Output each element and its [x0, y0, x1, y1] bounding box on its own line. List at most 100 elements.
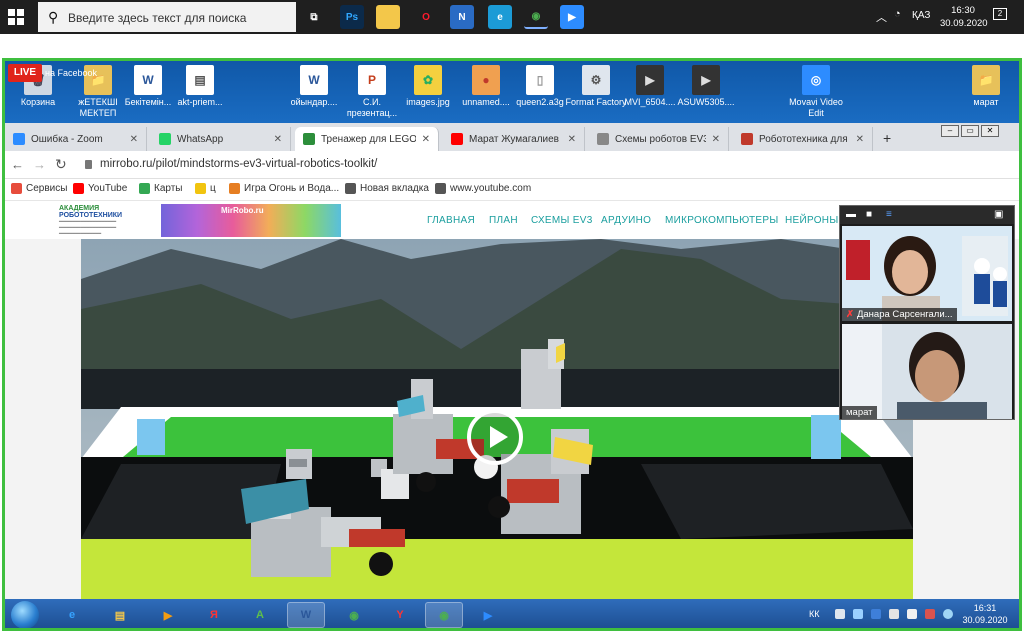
host-clock[interactable]: 16:30 30.09.2020 — [940, 4, 988, 30]
tab-close-icon[interactable]: ✕ — [130, 134, 138, 145]
browser-tab[interactable]: WhatsApp ✕ — [151, 127, 291, 151]
reload-icon[interactable]: ↻ — [55, 156, 67, 173]
zoom-minimize-icon[interactable]: ▬ — [846, 209, 856, 220]
bookmark-item[interactable]: ц — [195, 183, 216, 194]
desktop-icon-label: Format Factory — [565, 97, 627, 107]
desktop-icon[interactable]: ✿ images.jpg — [397, 65, 459, 108]
tab-close-icon[interactable]: ✕ — [568, 134, 576, 145]
tab-close-icon[interactable]: ✕ — [856, 134, 864, 145]
network-icon[interactable] — [925, 609, 935, 619]
live-badge[interactable]: LIVE — [8, 64, 42, 82]
zoom-list-view-icon[interactable]: ≡ — [886, 209, 892, 220]
minimize-button[interactable]: – — [941, 125, 959, 137]
volume-icon[interactable] — [889, 609, 899, 619]
bookmark-item[interactable]: YouTube — [73, 183, 127, 194]
desktop-icon[interactable]: ⚙ Format Factory — [565, 65, 627, 108]
bookmark-item[interactable]: Карты — [139, 183, 183, 194]
site-nav-link[interactable]: ГЛАВНАЯ — [427, 215, 475, 226]
site-nav-link[interactable]: АРДУИНО — [601, 215, 651, 226]
zoom-stop-icon[interactable]: ■ — [866, 209, 872, 220]
zoom-expand-icon[interactable]: ▣ — [994, 209, 1003, 220]
site-nav-link[interactable]: СХЕМЫ EV3 — [531, 215, 593, 226]
desktop-icon[interactable]: ▤ akt-priem... — [169, 65, 231, 108]
host-search-box[interactable]: ⚲ Введите здесь текст для поиска — [38, 2, 296, 32]
desktop-icon[interactable]: Wойындар.... — [283, 65, 345, 108]
tab-close-icon[interactable]: ✕ — [712, 134, 720, 145]
tray-chevron-up-icon[interactable]: ︿ — [876, 9, 887, 25]
desktop-icon[interactable]: ▶ ASUW5305.... — [675, 65, 737, 108]
media-icon[interactable]: ▶ — [149, 602, 187, 628]
ie-icon[interactable]: e — [53, 602, 91, 628]
remote-clock[interactable]: 16:31 30.09.2020 — [957, 602, 1013, 626]
site-nav-link[interactable]: НЕЙРОНЫ — [785, 215, 838, 226]
edge-icon[interactable]: e — [488, 5, 512, 29]
photoshop-icon[interactable]: Ps — [340, 5, 364, 29]
app-a-icon[interactable]: A — [241, 602, 279, 628]
desktop-icon[interactable]: ▯ queen2.a3g — [509, 65, 571, 108]
tab-favicon — [451, 133, 463, 145]
video-tile-1[interactable]: ✗ Данара Сарсенгали... — [842, 226, 1012, 321]
file-explorer-icon[interactable]: ▬ — [376, 5, 400, 29]
notification-center-icon[interactable]: 2 — [993, 8, 1007, 20]
desktop-icon[interactable]: ● unnamed.... — [455, 65, 517, 108]
bookmark-item[interactable]: Игра Огонь и Вода... — [229, 183, 339, 194]
explorer-icon[interactable]: ▤ — [101, 602, 139, 628]
forward-arrow-icon[interactable]: → — [33, 157, 46, 172]
lock-icon[interactable] — [85, 160, 92, 169]
yandex-browser-icon[interactable]: Y — [381, 602, 419, 628]
academy-logo[interactable]: АКАДЕМИЯ РОБОТОТЕХНИКИ ━━━━━━━━━━━━━━━━━… — [59, 205, 159, 237]
windows-start-icon[interactable] — [8, 9, 24, 25]
remote-language-indicator[interactable]: КК — [809, 609, 820, 619]
maximize-button[interactable]: ▭ — [961, 125, 979, 137]
mirrobo-logo[interactable]: MirRobo.ru — [161, 204, 341, 237]
tray-icon-1[interactable] — [835, 609, 845, 619]
tab-close-icon[interactable]: ✕ — [422, 134, 430, 145]
zoom-icon[interactable]: ▶ — [469, 602, 507, 628]
desktop-icon[interactable]: ▶ MVI_6504.... — [619, 65, 681, 108]
host-language-indicator[interactable]: ҚАЗ — [912, 10, 930, 21]
yandex-icon[interactable]: Я — [195, 602, 233, 628]
wifi-icon[interactable]: ◔ — [894, 8, 901, 20]
wall-blue-right — [811, 415, 841, 459]
ev3-simulator-scene[interactable] — [81, 239, 913, 599]
browser-tab[interactable]: Робототехника для нач ✕ — [733, 127, 873, 151]
chrome-active-icon[interactable]: ◉ — [425, 602, 463, 628]
field-segment-right — [641, 464, 913, 539]
back-arrow-icon[interactable]: ← — [11, 157, 24, 172]
browser-tab[interactable]: Тренажер для LEGO ® Mi ✕ — [295, 127, 439, 151]
browser-tab[interactable]: Ошибка - Zoom ✕ — [5, 127, 147, 151]
bluetooth-icon[interactable] — [871, 609, 881, 619]
close-button[interactable]: ✕ — [981, 125, 999, 137]
desktop-icon[interactable]: ◎ Movavi Video Edit — [785, 65, 847, 119]
new-tab-button[interactable]: + — [883, 130, 891, 146]
desktop-icon-image: P — [358, 65, 386, 95]
bookmark-item[interactable]: www.youtube.com — [435, 183, 531, 194]
tab-close-icon[interactable]: ✕ — [274, 134, 282, 145]
zoom-icon[interactable]: ▶ — [560, 5, 584, 29]
bookmark-item[interactable]: Сервисы — [11, 183, 67, 194]
play-video-button[interactable] — [467, 409, 523, 465]
desktop-icon[interactable]: P С.И. презентац... — [341, 65, 403, 119]
desktop-icon-image: W — [134, 65, 162, 95]
url-field[interactable]: mirrobo.ru/pilot/mindstorms-ev3-virtual-… — [100, 158, 377, 170]
bookmark-item[interactable]: Новая вкладка — [345, 183, 429, 194]
browser-tab[interactable]: Схемы роботов EV3, N ✕ — [589, 127, 729, 151]
desktop-icon[interactable]: 📁 марат — [955, 65, 1017, 108]
browser-tab[interactable]: Марат Жумагалиев - Yo ✕ — [443, 127, 585, 151]
remote-date: 30.09.2020 — [962, 615, 1008, 625]
chrome-icon[interactable]: ◉ — [524, 5, 548, 29]
globe-icon[interactable] — [943, 609, 953, 619]
display-icon[interactable] — [907, 609, 917, 619]
signal-icon[interactable] — [853, 609, 863, 619]
start-orb-icon[interactable] — [11, 601, 39, 628]
live-facebook-text: на Facebook — [45, 68, 98, 78]
word-icon[interactable]: W — [287, 602, 325, 628]
opera-icon[interactable]: O — [414, 5, 438, 29]
task-view-icon[interactable]: ⧉ — [302, 5, 326, 29]
shared-screen: 🗑Корзина📁жЕТЕКШІ МЕКТЕПWБекітемін...▤akt… — [2, 58, 1022, 631]
onenote-icon[interactable]: N — [450, 5, 474, 29]
video-tile-2[interactable]: марат — [842, 324, 1012, 419]
chrome-icon[interactable]: ◉ — [335, 602, 373, 628]
site-nav-link[interactable]: МИКРОКОМПЬЮТЕРЫ — [665, 215, 778, 226]
site-nav-link[interactable]: ПЛАН — [489, 215, 518, 226]
